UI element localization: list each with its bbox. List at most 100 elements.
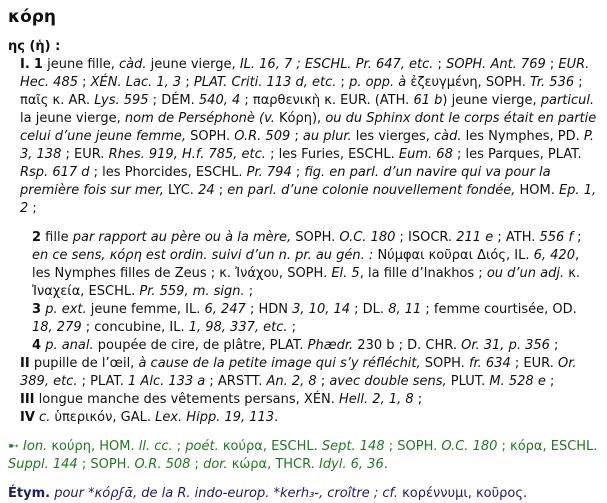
text: Ion. — [18, 439, 48, 454]
citation: 540, 4 — [198, 93, 241, 108]
text: ; SOPH. — [77, 457, 135, 472]
text: κούρη, HOM. — [47, 439, 139, 454]
text: jeune fille, — [47, 57, 120, 72]
text: en ce sens, κόρη est ordin. suivi d’un n… — [32, 248, 374, 263]
citation: Pr. 794 — [246, 165, 292, 180]
citation: 8, 11 — [388, 302, 422, 317]
citation: 1, 98, 337, etc. — [188, 320, 288, 335]
citation: El. 5 — [331, 266, 360, 281]
sense-number: 4 — [32, 338, 42, 353]
text: ; ATH. — [493, 230, 540, 245]
text: poét. — [185, 439, 219, 454]
sense-number: I. — [20, 57, 30, 72]
text: Κόρη), — [274, 111, 326, 126]
text: ; femme courtisée, OD. — [421, 302, 577, 317]
citation: Suppl. 144 — [8, 457, 78, 472]
citation: An. 2, 8 — [266, 374, 317, 389]
text: jeune vierge, — [146, 57, 240, 72]
sense-4: 4 p. anal. poupée de cire, de plâtre, PL… — [8, 337, 598, 355]
text: pupille de l’œil, — [29, 356, 139, 371]
text: ἐζευγμένη, SOPH. — [406, 75, 530, 90]
text: ) jeune vierge, — [442, 93, 541, 108]
citation: Rhes. 919, H.f. 785, etc. — [108, 147, 266, 162]
text: ; παρθενικὴ κ. EUR. (ATH. — [240, 93, 414, 108]
text: pour *κόρϝᾱ, de la R. indo-europ. *kerh₃… — [50, 486, 399, 501]
entry-content: ης (ἡ) : I. 1 jeune fille, càd. jeune vi… — [8, 38, 598, 503]
arrow-icon: ➸ — [8, 439, 19, 454]
citation: Hell. 2, 1, 8 — [339, 392, 414, 407]
text: ; SOPH. — [384, 439, 442, 454]
text: Νύμφαι κοῦραι Διός, IL. — [373, 248, 534, 263]
text: ; — [291, 165, 305, 180]
text: p. ext. — [45, 302, 87, 317]
sense-number: II — [20, 356, 30, 371]
citation: IL. 16, 7 ; ESCHL. Pr. 647, etc. — [239, 57, 434, 72]
citation: 211 e — [456, 230, 494, 245]
text: particul. — [540, 93, 595, 108]
text: par rapport au père ou à la mère, — [72, 230, 292, 245]
text: ; — [78, 75, 91, 90]
text: ; EUR. — [510, 356, 558, 371]
text: p. anal. — [45, 338, 94, 353]
text: càd. — [433, 129, 462, 144]
text: p. opp. à — [349, 75, 407, 90]
text: longue manche des vêtements persans, XÉN… — [34, 392, 340, 407]
citation: SOPH. Ant. 769 — [446, 57, 546, 72]
citation: PLAT. Criti. 113 d, etc. — [193, 75, 337, 90]
citation: Phædr. — [307, 338, 354, 353]
text: ; concubine, IL. — [81, 320, 189, 335]
citation: ll. cc. — [138, 439, 173, 454]
text: à cause de la petite image qui s’y réflé… — [138, 356, 421, 371]
citation: Rsp. 617 d — [20, 165, 90, 180]
text: ; les Phorcides, ESCHL. — [89, 165, 247, 180]
sense-i-1: I. 1 jeune fille, càd. jeune vierge, IL.… — [8, 56, 598, 218]
citation: O.R. 509 — [234, 129, 291, 144]
text: fille — [41, 230, 73, 245]
text: ; — [573, 230, 582, 245]
text: ; EUR. — [61, 147, 109, 162]
text: ὑπερικόν, GAL. — [50, 410, 156, 425]
text: ; — [181, 75, 194, 90]
text: ; — [214, 183, 228, 198]
text: ; PLAT. — [77, 374, 129, 389]
text: LYC. — [163, 183, 199, 198]
text: ; HDN — [245, 302, 293, 317]
text: ; — [172, 439, 186, 454]
sense-3: 3 p. ext. jeune femme, IL. 6, 247 ; HDN … — [8, 301, 598, 337]
citation: 3, 10, 14 — [292, 302, 351, 317]
sense-number: 2 — [32, 230, 42, 245]
citation: Sept. 148 — [321, 439, 385, 454]
text: , la fille d’Inakhos ; — [359, 266, 487, 281]
sense-iii: III longue manche des vêtements persans,… — [8, 391, 598, 409]
text: avec double sens, — [329, 374, 447, 389]
text: . — [383, 457, 388, 472]
text: ; — [549, 338, 559, 353]
text: jeune femme, IL. — [86, 302, 205, 317]
etymology: Étym. pour *κόρϝᾱ, de la R. indo-europ. … — [8, 485, 598, 503]
citation: Lys. 595 — [94, 93, 149, 108]
citation: 24 — [198, 183, 215, 198]
text: SOPH. — [420, 356, 469, 371]
citation: O.C. 180 — [441, 439, 498, 454]
text: càd. — [119, 57, 147, 72]
citation: M. 528 e — [489, 374, 546, 389]
citation: 18, 279 — [32, 320, 82, 335]
text: ; — [336, 75, 350, 90]
text: dor. — [203, 457, 228, 472]
text: . — [274, 410, 279, 425]
headword: κόρη — [8, 7, 57, 27]
text: ; κόρα, ESCHL. — [497, 439, 598, 454]
citation: XÉN. Lac. 1, 3 — [90, 75, 182, 90]
etym-label: Étym. — [8, 486, 51, 501]
sense-number: 3 — [32, 302, 42, 317]
dictionary-entry: κόρη ης (ἡ) : I. 1 jeune fille, càd. jeu… — [0, 0, 607, 501]
text: HOM. — [515, 183, 559, 198]
text: PLUT. — [446, 374, 490, 389]
citation: 1 Alc. 133 a — [128, 374, 206, 389]
text: ; — [316, 374, 330, 389]
text: κορέννυμι, κοῦρος. — [398, 486, 528, 501]
sense-number: III — [20, 392, 35, 407]
text: ; les Furies, ESCHL. — [265, 147, 399, 162]
